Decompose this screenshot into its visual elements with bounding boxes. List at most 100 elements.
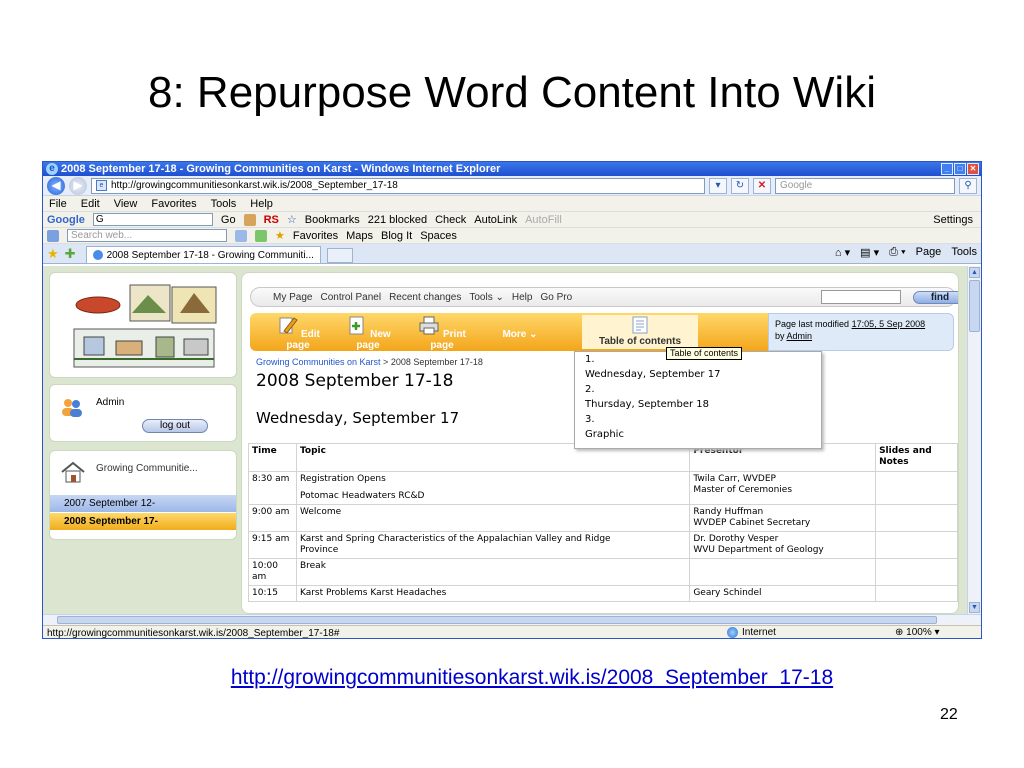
nav-item-2008[interactable]: 2008 September 17-	[50, 513, 236, 530]
scroll-thumb[interactable]	[969, 280, 980, 332]
window-controls: _ □ ✕	[941, 163, 979, 175]
zoom-control[interactable]: ⊕ 100% ▾	[895, 627, 940, 638]
modified-time-link[interactable]: 17:05, 5 Sep 2008	[852, 319, 926, 329]
print-icon[interactable]: ⎙ ▾	[889, 246, 905, 259]
search-go-icon[interactable]	[235, 229, 247, 242]
google-go-button[interactable]: Go	[221, 214, 236, 226]
search-input[interactable]: Google	[775, 177, 955, 194]
new-page-button[interactable]: New page	[338, 315, 398, 351]
hscroll-thumb[interactable]	[57, 616, 937, 624]
nav-my-page[interactable]: My Page	[273, 292, 312, 303]
menu-tools[interactable]: Tools	[211, 198, 237, 210]
site-logo-image[interactable]	[70, 283, 220, 371]
home-icon[interactable]: ⌂ ▾	[835, 246, 850, 259]
page-menu[interactable]: Page	[916, 246, 942, 259]
nav-help[interactable]: Help	[512, 292, 533, 303]
more-button[interactable]: More ⌄	[490, 329, 550, 363]
back-button[interactable]: ◀	[47, 176, 65, 195]
addon-icon[interactable]	[255, 229, 267, 242]
address-field[interactable]: e http://growingcommunitiesonkarst.wik.i…	[91, 177, 705, 194]
tab-page-icon	[92, 250, 103, 260]
breadcrumb-parent[interactable]: Growing Communities on Karst	[256, 357, 381, 367]
favorites-center-icon[interactable]: ★	[47, 245, 59, 263]
horizontal-scrollbar[interactable]	[43, 614, 981, 625]
action-bar: Edit page New page Print page More ⌄ Tab…	[250, 313, 768, 351]
modified-author-link[interactable]: Admin	[787, 331, 813, 341]
nav-tools-label: Tools	[469, 291, 493, 303]
nav-title[interactable]: Growing Communitie...	[96, 463, 198, 475]
slide-number: 22	[940, 706, 958, 723]
presentor-line: WVDEP Cabinet Secretary	[693, 518, 811, 528]
print-page-button[interactable]: Print page	[412, 315, 472, 351]
nav-tools[interactable]: Tools ⌄	[469, 292, 504, 303]
ie-logo-icon: e	[46, 163, 58, 175]
edit-icon	[279, 317, 298, 334]
search-icon[interactable]: ⚲	[959, 177, 977, 194]
find-button[interactable]: find	[913, 291, 958, 304]
cell-slides	[875, 585, 958, 602]
logout-button[interactable]: log out	[142, 419, 208, 433]
blocked-count[interactable]: 221 blocked	[368, 214, 427, 226]
spaces-button[interactable]: Spaces	[420, 230, 457, 242]
nav-go-pro[interactable]: Go Pro	[540, 292, 572, 303]
favorites-button[interactable]: Favorites	[293, 230, 338, 242]
close-icon[interactable]: ✕	[967, 163, 979, 175]
new-tab-button[interactable]	[326, 248, 353, 263]
user-name[interactable]: Admin	[96, 397, 124, 408]
menu-view[interactable]: View	[114, 198, 138, 210]
tab-current[interactable]: 2008 September 17-18 - Growing Communiti…	[85, 246, 321, 263]
refresh-icon[interactable]: ↻	[731, 177, 749, 194]
nav-control-panel[interactable]: Control Panel	[320, 292, 381, 303]
maps-button[interactable]: Maps	[346, 230, 373, 242]
toc-button[interactable]: Table of contents	[582, 315, 698, 349]
cell-time: 10:00 am	[248, 558, 297, 586]
scroll-down-icon[interactable]: ▼	[969, 602, 980, 613]
topic-line: Potomac Headwaters RC&D	[299, 491, 425, 501]
header-slides: Slides and Notes	[875, 443, 958, 472]
menu-edit[interactable]: Edit	[81, 198, 100, 210]
maximize-icon[interactable]: □	[954, 163, 966, 175]
star-icon[interactable]: ☆	[287, 213, 297, 226]
toc-item-graphic[interactable]: Graphic	[585, 427, 821, 442]
dropdown-icon[interactable]: ▾	[709, 177, 727, 194]
presentor-line: Twila Carr, WVDEP	[693, 474, 776, 484]
search-web-input[interactable]: Search web...	[67, 229, 227, 242]
wiki-top-nav: My Page Control Panel Recent changes Too…	[250, 287, 958, 307]
more-chevron-icon: ⌄	[529, 329, 538, 340]
edit-page-button[interactable]: Edit page	[268, 315, 328, 351]
nav-recent-changes[interactable]: Recent changes	[389, 292, 461, 303]
toc-item-wednesday[interactable]: Wednesday, September 17	[585, 367, 821, 382]
menu-file[interactable]: File	[49, 198, 67, 210]
menu-help[interactable]: Help	[250, 198, 273, 210]
add-favorite-icon[interactable]: ✚	[65, 245, 76, 263]
pagerank-icon[interactable]	[243, 213, 256, 226]
google-search-box[interactable]: G	[92, 213, 213, 226]
stop-icon[interactable]: ✕	[753, 177, 771, 194]
address-text: http://growingcommunitiesonkarst.wik.is/…	[111, 180, 398, 191]
status-url: http://growingcommunitiesonkarst.wik.is/…	[47, 627, 340, 639]
scroll-up-icon[interactable]: ▲	[969, 267, 980, 278]
cell-slides	[875, 471, 958, 505]
modified-by: by	[775, 331, 785, 341]
topic-line: Registration Opens	[299, 474, 386, 484]
autofill-button[interactable]: AutoFill	[525, 214, 562, 226]
page-title: 2008 September 17-18	[256, 371, 454, 391]
bookmarks-button[interactable]: Bookmarks	[305, 214, 360, 226]
menu-favorites[interactable]: Favorites	[151, 198, 196, 210]
toc-number: 2.	[585, 384, 595, 395]
blog-it-button[interactable]: Blog It	[381, 230, 412, 242]
user-box: Admin log out	[49, 384, 237, 442]
forward-button[interactable]: ▶	[69, 176, 87, 195]
check-button[interactable]: Check	[435, 214, 466, 226]
minimize-icon[interactable]: _	[941, 163, 953, 175]
toc-item-thursday[interactable]: Thursday, September 18	[585, 397, 821, 412]
vertical-scrollbar[interactable]: ▲ ▼	[967, 266, 981, 614]
wiki-search-input[interactable]	[821, 290, 901, 304]
feeds-icon[interactable]: ▤ ▾	[860, 246, 879, 259]
slide-link[interactable]: http://growingcommunitiesonkarst.wik.is/…	[0, 666, 1024, 690]
nav-item-2007[interactable]: 2007 September 12-	[50, 495, 236, 512]
tools-menu[interactable]: Tools	[951, 246, 977, 259]
settings-button[interactable]: Settings	[933, 214, 981, 226]
autolink-button[interactable]: AutoLink	[474, 214, 517, 226]
rs-button[interactable]: RS	[264, 214, 279, 226]
